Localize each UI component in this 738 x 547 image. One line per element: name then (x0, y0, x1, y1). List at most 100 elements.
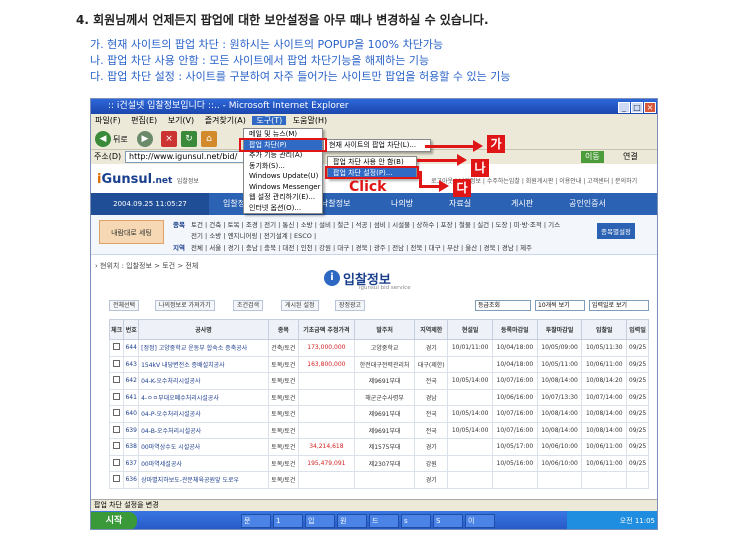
row-checkbox[interactable] (108, 454, 125, 472)
category-items-extra[interactable]: 전기 | 소방 | 엔지니어링 | 전기설계 | ESCO | (191, 230, 316, 240)
cell-name[interactable]: 00마역상수도 시설공사 (138, 438, 269, 456)
menu-help[interactable]: 도움말(H) (289, 116, 331, 125)
row-checkbox[interactable] (108, 355, 125, 373)
row-checkbox[interactable] (108, 372, 125, 390)
region-items[interactable]: 전체 | 서울 | 경기 | 충남 | 충북 | 대전 | 인천 | 강원 | … (191, 242, 532, 252)
select-all-button[interactable]: 전체선택 (109, 300, 140, 311)
condition-search-button[interactable]: 조건검색 (233, 300, 264, 311)
arrow-b-line (417, 159, 459, 162)
table-row[interactable]: 641 4-ㅇㅇ부대오폐수처리시설공사 토목/토건 해군군수사령부 경남 10/06/16… (108, 388, 649, 406)
cell-bid-end (536, 471, 583, 489)
cell-price: 34,214,618 (297, 438, 355, 456)
taskbar-item[interactable]: 1 (273, 514, 303, 528)
stop-icon[interactable]: × (161, 131, 177, 147)
table-row[interactable]: 637 00마역세설공사 토목/토건 195,479,091 제2307부대 강원 10/0… (108, 454, 649, 472)
cell-no: 641 (123, 388, 140, 406)
category-setting-button[interactable]: 종목별설정 (597, 223, 635, 239)
close-icon[interactable]: × (644, 102, 656, 113)
menu-tools[interactable]: 도구(T) (252, 116, 287, 125)
cell-owner: 고양중학교 (353, 339, 416, 357)
row-checkbox[interactable] (108, 339, 125, 357)
column-header: 공사명 (138, 319, 269, 340)
nav-board[interactable]: 게시판 (511, 193, 533, 215)
table-row[interactable]: 642 04-K-오수처리시설공사 토목/토건 제9691부대 전국 10/05/14:0… (108, 372, 649, 390)
taskbar-item[interactable]: 원 (337, 514, 367, 528)
description-a: 가. 현재 사이트의 팝업 차단 : 원하시는 사이트의 POPUP을 100%… (90, 38, 444, 51)
cell-name[interactable]: 4-ㅇㅇ부대오폐수처리시설공사 (138, 388, 269, 406)
forward-arrow-icon[interactable]: ▶ (137, 131, 153, 147)
taskbar-item[interactable]: 문 (241, 514, 271, 528)
menu-view[interactable]: 보기(V) (164, 116, 198, 125)
cell-type: 토목/토건 (267, 438, 299, 456)
cell-name[interactable]: 04-B-오수처리시설공사 (138, 421, 269, 439)
cell-type: 토목/토건 (267, 454, 299, 472)
refresh-icon[interactable]: ↻ (181, 131, 197, 147)
table-row[interactable]: 640 04-P-오수처리시설공사 토목/토건 제9691부대 전국 10/05/14:0… (108, 405, 649, 423)
save-to-my-info-button[interactable]: 나의정보로 가져가기 (155, 300, 215, 311)
cell-region: 전국 (414, 372, 449, 390)
cell-no: 638 (123, 438, 140, 456)
back-label[interactable]: 뒤로 (113, 134, 128, 145)
row-checkbox[interactable] (108, 405, 125, 423)
nav-my-room[interactable]: 나의방 (391, 193, 413, 215)
arrow-c-icon (439, 180, 449, 192)
nav-award-info[interactable]: 낙찰정보 (321, 193, 350, 215)
cell-input: 09/25 (626, 339, 649, 357)
cell-name[interactable]: 00마역세설공사 (138, 454, 269, 472)
table-row[interactable]: 643 154kV 내당변전소 증배설치공사 토목/토건 163,800,000 한전대… (108, 355, 649, 373)
row-checkbox[interactable] (108, 471, 125, 489)
cell-name[interactable]: 상마별지하보도-관문체육공원앞 도로우 (138, 471, 269, 489)
table-header-row: 체크 번호 공사명 종목 기초금액 추정가격 발주처 지역제한 현설일 등록마감일 투찰마감일 입찰… (108, 319, 649, 340)
block-current-site-popup[interactable]: 현재 사이트의 팝업 차단(L)... (324, 140, 430, 151)
tools-synchronize[interactable]: 동기화(S)... (244, 161, 322, 172)
cell-owner (353, 471, 416, 489)
table-row[interactable]: 639 04-B-오수처리시설공사 토목/토건 제9691부대 전국 10/05/14:0… (108, 421, 649, 439)
menu-favorites[interactable]: 즐겨찾기(A) (201, 116, 250, 125)
cell-price (297, 372, 355, 390)
category-items[interactable]: 토건 | 건축 | 토목 | 조경 | 전기 | 통신 | 소방 | 설비 | … (191, 219, 560, 229)
back-arrow-icon[interactable]: ◀ (95, 131, 111, 147)
order-select[interactable]: 입력일로 보기 (589, 300, 649, 311)
custom-setting-button[interactable]: 내람대로 세팅 (99, 220, 164, 244)
cell-site: 10/01/11:00 (447, 339, 493, 357)
row-checkbox[interactable] (108, 421, 125, 439)
taskbar-item[interactable]: 입 (305, 514, 335, 528)
home-icon[interactable]: ⌂ (201, 131, 217, 147)
grade-select[interactable]: 등급조회 (475, 300, 531, 311)
cell-type: 토목/토건 (267, 405, 299, 423)
menu-file[interactable]: 파일(F) (91, 116, 125, 125)
taskbar-item[interactable]: 이 (465, 514, 495, 528)
cell-name[interactable]: 04-P-오수처리시설공사 (138, 405, 269, 423)
site-logo[interactable]: iGunsul.net 입찰정보 (97, 172, 199, 187)
maximize-icon[interactable]: □ (631, 102, 643, 113)
go-button[interactable]: 이동 (581, 151, 604, 163)
minimize-icon[interactable]: _ (618, 102, 630, 113)
menu-edit[interactable]: 편집(E) (127, 116, 161, 125)
nav-certificate[interactable]: 공인인증서 (569, 193, 606, 215)
cell-name[interactable]: 154kV 내당변전소 증배설치공사 (138, 355, 269, 373)
page-size-select[interactable]: 10개씩 보기 (535, 300, 585, 311)
cell-name[interactable]: [정정] 고양중학교 운동부 합숙소 증축공사 (138, 339, 269, 357)
taskbar-item[interactable]: s (401, 514, 431, 528)
links-label[interactable]: 연결 (623, 150, 638, 164)
row-checkbox[interactable] (108, 438, 125, 456)
cell-bid-end: 10/08/14:00 (536, 421, 583, 439)
table-row[interactable]: 644 [정정] 고양중학교 운동부 합숙소 증축공사 건축/토건 173,000,0… (108, 339, 649, 357)
column-header: 발주처 (353, 319, 416, 340)
tools-windows-messenger[interactable]: Windows Messenger (244, 182, 322, 193)
taskbar-item[interactable]: S (433, 514, 463, 528)
tools-internet-options[interactable]: 인터넷 옵션(O)... (244, 203, 322, 214)
ad-button[interactable]: 장정광고 (335, 300, 366, 311)
tools-windows-update[interactable]: Windows Update(U) (244, 171, 322, 182)
tools-web-settings[interactable]: 웹 설정 관리하기(E)... (244, 192, 322, 203)
taskbar-item[interactable]: 드 (369, 514, 399, 528)
table-row[interactable]: 638 00마역상수도 시설공사 토목/토건 34,214,618 제1575부대 경기 1… (108, 438, 649, 456)
cell-no: 643 (123, 355, 140, 373)
table-row[interactable]: 636 상마별지하보도-관문체육공원앞 도로우 토목/토건 경기 (108, 471, 649, 489)
start-button[interactable]: 시작 (91, 512, 137, 529)
cell-name[interactable]: 04-K-오수처리시설공사 (138, 372, 269, 390)
cell-bid: 10/06/11:00 (581, 438, 628, 456)
posted-setting-button[interactable]: 게시된 설정 (281, 300, 319, 311)
row-checkbox[interactable] (108, 388, 125, 406)
cell-bid: 10/08/14:00 (581, 405, 628, 423)
